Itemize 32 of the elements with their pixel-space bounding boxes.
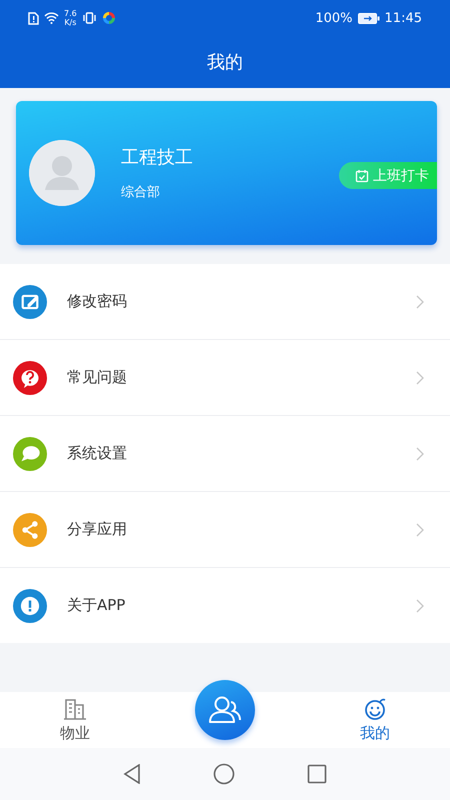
clock-time: 11:45 xyxy=(384,10,422,26)
calendar-check-icon xyxy=(355,168,369,182)
chevron-right-icon xyxy=(416,598,424,612)
building-icon xyxy=(63,698,87,720)
chevron-right-icon xyxy=(416,446,424,460)
battery-charging-icon xyxy=(358,12,380,24)
network-speed-unit: K/s xyxy=(64,18,76,27)
menu-item[interactable]: 系统设置 xyxy=(0,416,450,492)
menu-item[interactable]: 分享应用 xyxy=(0,492,450,568)
chevron-right-icon xyxy=(416,294,424,308)
vibrate-icon xyxy=(82,12,97,24)
tab[interactable]: 我的 xyxy=(300,692,450,748)
department-name: 综合部 xyxy=(121,184,161,201)
chevron-right-icon xyxy=(416,370,424,384)
network-speed-value: 7.6 xyxy=(64,9,77,18)
menu-item[interactable]: 修改密码 xyxy=(0,264,450,340)
wifi-icon xyxy=(44,12,59,24)
back-button[interactable] xyxy=(123,764,141,784)
menu-item[interactable]: 常见问题 xyxy=(0,340,450,416)
user-name: 工程技工 xyxy=(121,146,193,169)
app-logo-icon xyxy=(102,11,116,25)
page-title: 我的 xyxy=(207,51,243,74)
recents-button[interactable] xyxy=(307,764,327,784)
chevron-right-icon xyxy=(416,522,424,536)
menu-item[interactable]: 关于APP xyxy=(0,568,450,643)
avatar-icon xyxy=(29,140,95,206)
home-button[interactable] xyxy=(213,763,235,785)
contacts-button[interactable] xyxy=(195,680,255,740)
sim-alert-icon xyxy=(28,12,39,24)
battery-percent: 100% xyxy=(315,10,353,26)
tab[interactable]: 物业 xyxy=(0,692,150,748)
smiley-icon xyxy=(363,698,387,720)
